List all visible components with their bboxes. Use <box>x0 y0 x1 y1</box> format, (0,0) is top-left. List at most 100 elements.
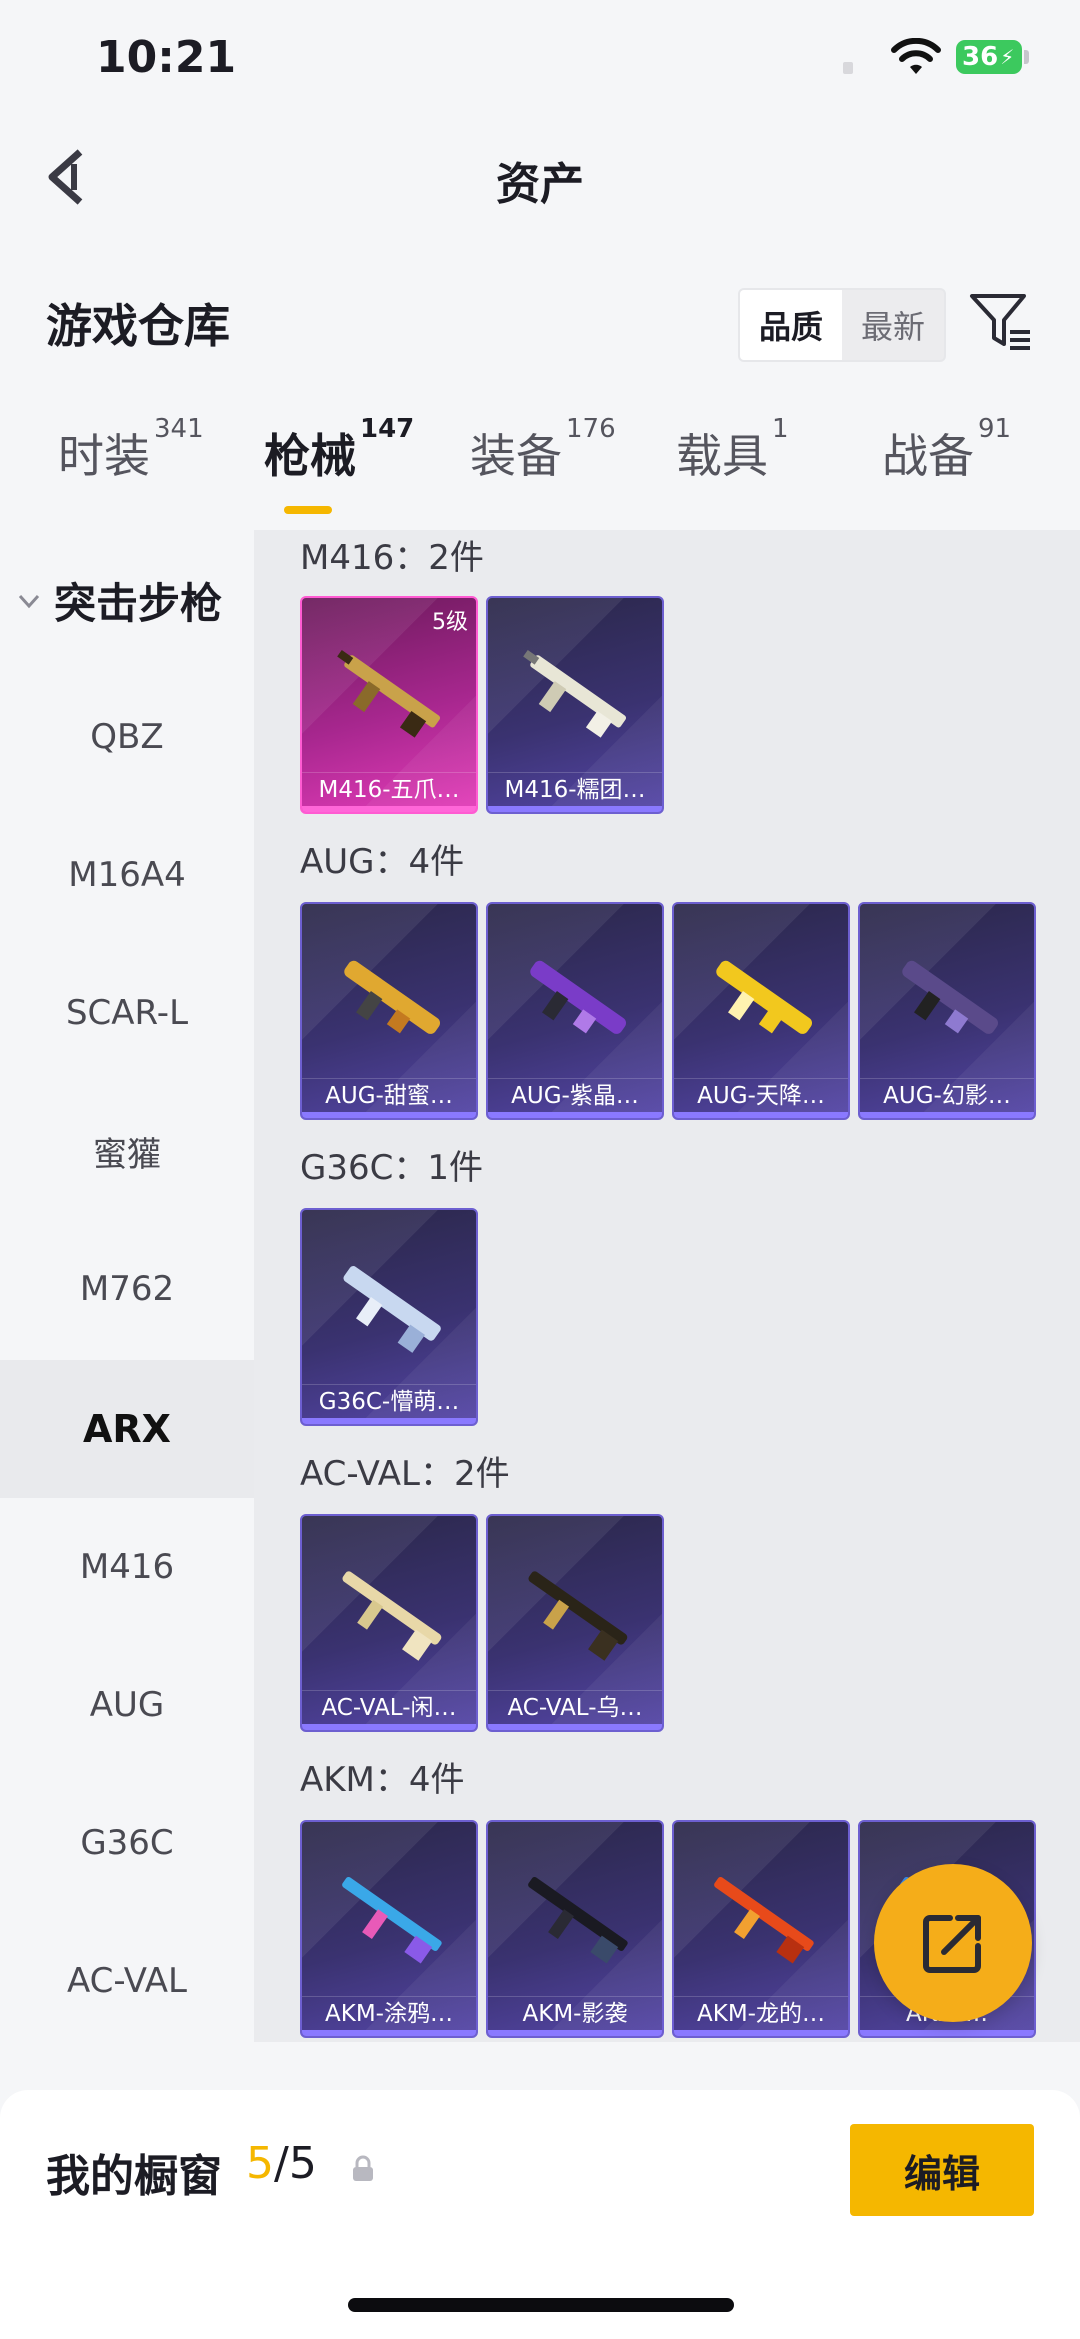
skin-card[interactable]: 5级 M416-五爪… <box>300 596 478 814</box>
active-tab-indicator <box>284 506 332 514</box>
sidebar-item-arx[interactable]: ARX <box>0 1360 254 1498</box>
skin-name: AKM-龙的… <box>674 1996 848 2030</box>
group-label-aug: AUG：4件 <box>300 842 465 882</box>
rarity-bar <box>674 2030 848 2036</box>
status-indicator-dot <box>843 62 853 74</box>
skin-name: G36C-懵萌… <box>302 1384 476 1418</box>
skin-name: AC-VAL-乌… <box>488 1690 662 1724</box>
rifle-icon <box>714 1876 814 1964</box>
group-label-ac-val: AC-VAL：2件 <box>300 1454 510 1494</box>
tab-firearms[interactable]: 枪械 147 <box>264 414 414 486</box>
skin-grid: M416：2件 5级 M416-五爪… M416-糯团… AUG：4件 AUG-… <box>254 530 1080 2042</box>
rifle-icon <box>342 1571 442 1661</box>
skin-card[interactable]: AUG-紫晶… <box>486 902 664 1120</box>
skin-card[interactable]: AC-VAL-乌… <box>486 1514 664 1732</box>
rifle-icon <box>342 1876 442 1964</box>
tab-count: 91 <box>978 414 1012 444</box>
group-label-g36c: G36C：1件 <box>300 1148 483 1188</box>
rarity-bar <box>860 2030 1034 2036</box>
tab-equipment[interactable]: 装备 176 <box>470 414 616 486</box>
showcase-label: 我的橱窗 <box>46 2151 222 2202</box>
status-time: 10:21 <box>96 32 237 83</box>
sidebar-item-ac-val[interactable]: AC-VAL <box>0 1912 254 2050</box>
sidebar-group-label: 突击步枪 <box>54 579 223 628</box>
tab-count: 176 <box>566 414 616 444</box>
rarity-bar <box>488 1112 662 1118</box>
rarity-bar <box>302 1418 476 1424</box>
skin-name: AUG-天降… <box>674 1078 848 1112</box>
skin-card[interactable]: AKM-影袭 <box>486 1820 664 2038</box>
tab-count: 341 <box>154 414 204 444</box>
group-label-m416: M416：2件 <box>300 538 484 578</box>
skin-card[interactable]: AC-VAL-闲… <box>300 1514 478 1732</box>
skin-card[interactable]: AUG-甜蜜… <box>300 902 478 1120</box>
rifle-icon <box>523 649 627 738</box>
skin-card[interactable]: M416-糯团… <box>486 596 664 814</box>
skin-name: AUG-紫晶… <box>488 1078 662 1112</box>
page-title: 资产 <box>496 159 584 210</box>
rarity-bar <box>860 1112 1034 1118</box>
rarity-bar <box>488 2030 662 2036</box>
tab-label: 时装 <box>58 429 150 483</box>
charging-icon: ⚡ <box>1000 45 1015 69</box>
sidebar-item-m762[interactable]: M762 <box>0 1220 254 1358</box>
sidebar-item-aug[interactable]: AUG <box>0 1636 254 1774</box>
tab-label: 战备 <box>882 429 974 483</box>
skin-card[interactable]: AUG-天降… <box>672 902 850 1120</box>
share-button[interactable] <box>874 1864 1032 2022</box>
filter-icon[interactable] <box>966 288 1034 356</box>
sort-toggle: 品质 最新 <box>738 288 946 362</box>
rifle-icon <box>528 1571 628 1661</box>
chevron-down-icon <box>18 594 40 608</box>
edit-button[interactable]: 编辑 <box>850 2124 1034 2216</box>
tab-count: 147 <box>360 414 415 444</box>
skin-name: AKM-影袭 <box>488 1996 662 2030</box>
battery-indicator: 36 ⚡ <box>956 40 1022 74</box>
showcase-count: 5/5 <box>246 2138 317 2189</box>
status-bar: 10:21 36 ⚡ <box>0 0 1080 120</box>
skin-card[interactable]: G36C-懵萌… <box>300 1208 478 1426</box>
tab-count: 1 <box>772 414 789 444</box>
category-tabs: 时装 341 枪械 147 装备 176 载具 1 战备 91 <box>0 414 1080 530</box>
skin-name: AC-VAL-闲… <box>302 1690 476 1724</box>
share-icon <box>923 1915 981 1973</box>
sidebar-item-g36c[interactable]: G36C <box>0 1774 254 1912</box>
skin-card[interactable]: AKM-涂鸦… <box>300 1820 478 2038</box>
tab-fashion[interactable]: 时装 341 <box>58 414 204 486</box>
rarity-bar <box>302 2030 476 2036</box>
showcase-current: 5 <box>246 2138 274 2189</box>
tab-label: 枪械 <box>264 429 356 483</box>
rifle-icon <box>337 649 441 738</box>
rarity-bar <box>302 1724 476 1730</box>
showcase-total: /5 <box>274 2138 317 2189</box>
skin-name: M416-五爪… <box>302 772 476 806</box>
lock-icon <box>353 2155 373 2181</box>
sidebar-item-qbz[interactable]: QBZ <box>0 668 254 806</box>
rifle-icon <box>344 960 441 1034</box>
sidebar-group-assault-rifles[interactable]: 突击步枪 <box>14 570 222 631</box>
battery-level: 36 <box>962 42 999 72</box>
skin-name: AUG-甜蜜… <box>302 1078 476 1112</box>
skin-level-badge: 5级 <box>432 610 468 635</box>
sort-quality-option[interactable]: 品质 <box>740 290 842 360</box>
rarity-bar <box>674 1112 848 1118</box>
skin-name: M416-糯团… <box>488 772 662 806</box>
rifle-icon <box>530 960 627 1034</box>
tab-label: 装备 <box>470 429 562 483</box>
weapon-type-sidebar: 突击步枪 QBZ M16A4 SCAR-L 蜜獾 M762 ARX M416 A… <box>0 530 254 2070</box>
sidebar-item-m416[interactable]: M416 <box>0 1498 254 1636</box>
tab-supplies[interactable]: 战备 91 <box>882 414 1011 486</box>
sort-newest-option[interactable]: 最新 <box>842 290 944 360</box>
rifle-icon <box>528 1876 628 1964</box>
rifle-icon <box>716 960 813 1034</box>
battery-cap <box>1024 50 1029 64</box>
skin-card[interactable]: AKM-龙的… <box>672 1820 850 2038</box>
sidebar-item-m16a4[interactable]: M16A4 <box>0 806 254 944</box>
sidebar-item-honey-badger[interactable]: 蜜獾 <box>0 1082 254 1220</box>
tab-vehicles[interactable]: 载具 1 <box>676 414 789 486</box>
skin-card[interactable]: AUG-幻影… <box>858 902 1036 1120</box>
rifle-icon <box>343 1266 441 1353</box>
home-indicator <box>348 2298 734 2312</box>
sidebar-item-scar-l[interactable]: SCAR-L <box>0 944 254 1082</box>
rarity-bar <box>488 1724 662 1730</box>
